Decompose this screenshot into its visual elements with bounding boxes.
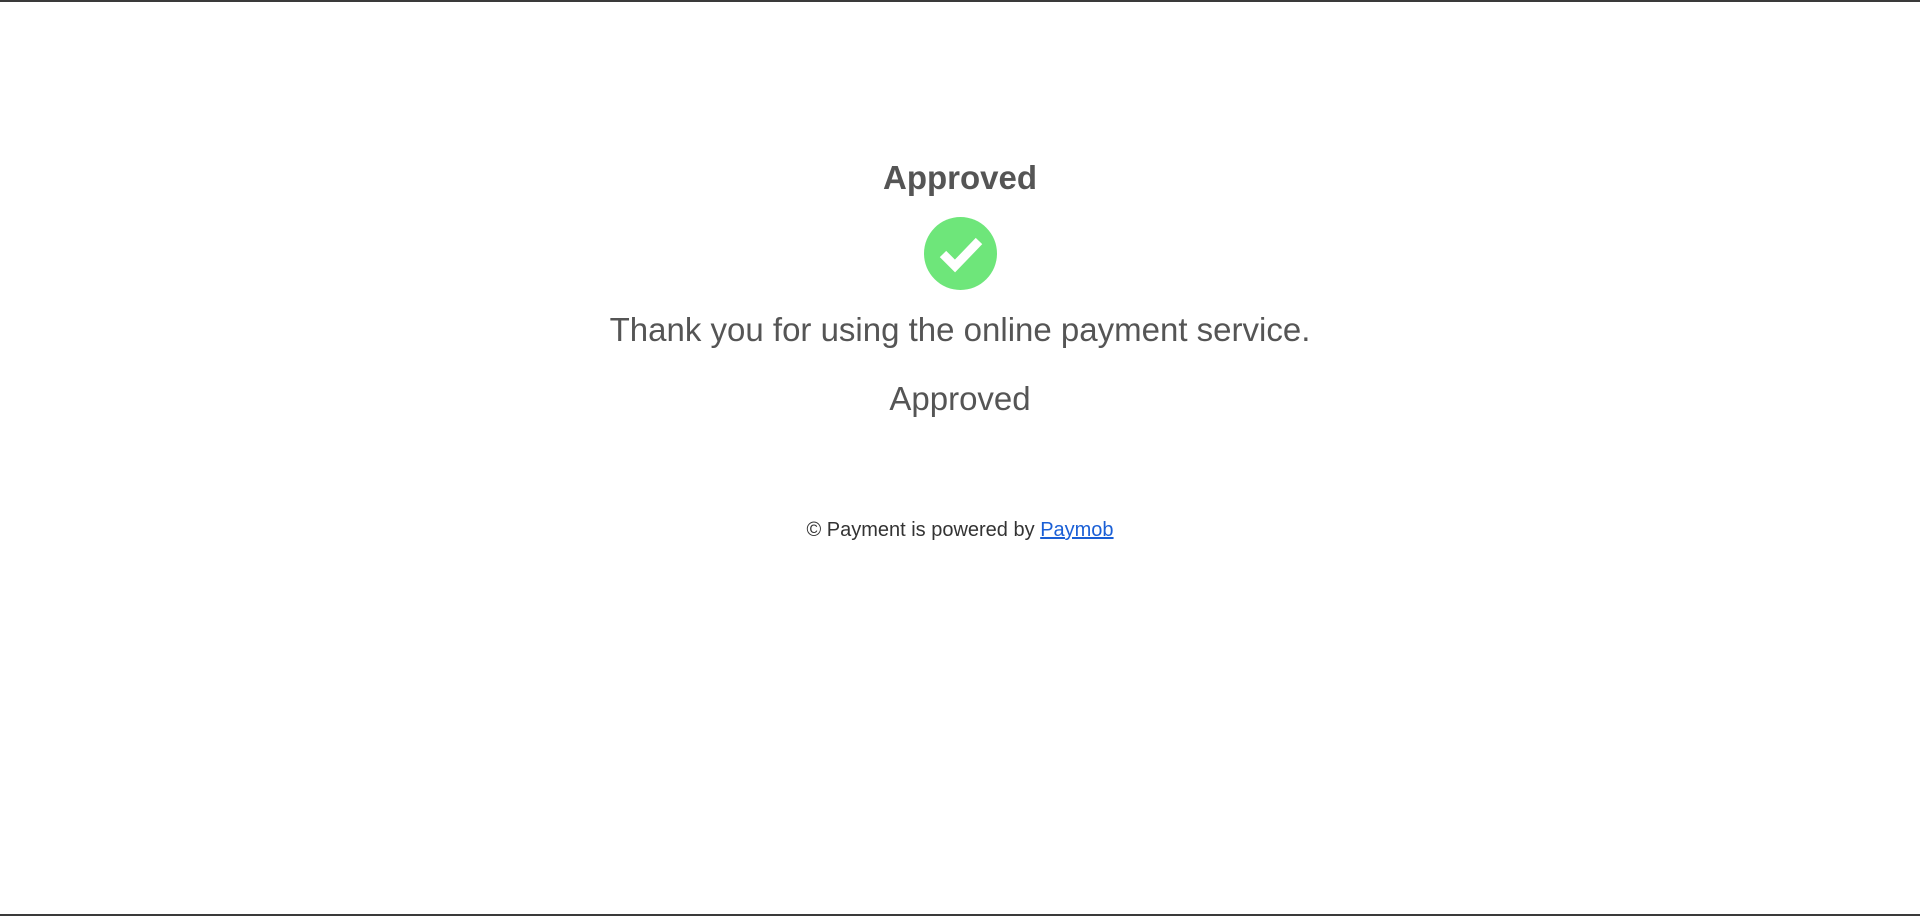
status-message: Approved <box>889 380 1031 417</box>
powered-by-text: © Payment is powered by <box>806 519 1035 541</box>
result-panel: Approved Thank you for using the online … <box>0 154 1920 421</box>
powered-by-footer: © Payment is powered by Paymob <box>0 516 1920 544</box>
thank-you-message: Thank you for using the online payment s… <box>609 311 1311 348</box>
paymob-link[interactable]: Paymob <box>1040 519 1113 541</box>
payment-result-page: Approved Thank you for using the online … <box>0 2 1920 914</box>
status-heading: Approved <box>882 159 1037 196</box>
check-circle-icon <box>923 217 997 290</box>
